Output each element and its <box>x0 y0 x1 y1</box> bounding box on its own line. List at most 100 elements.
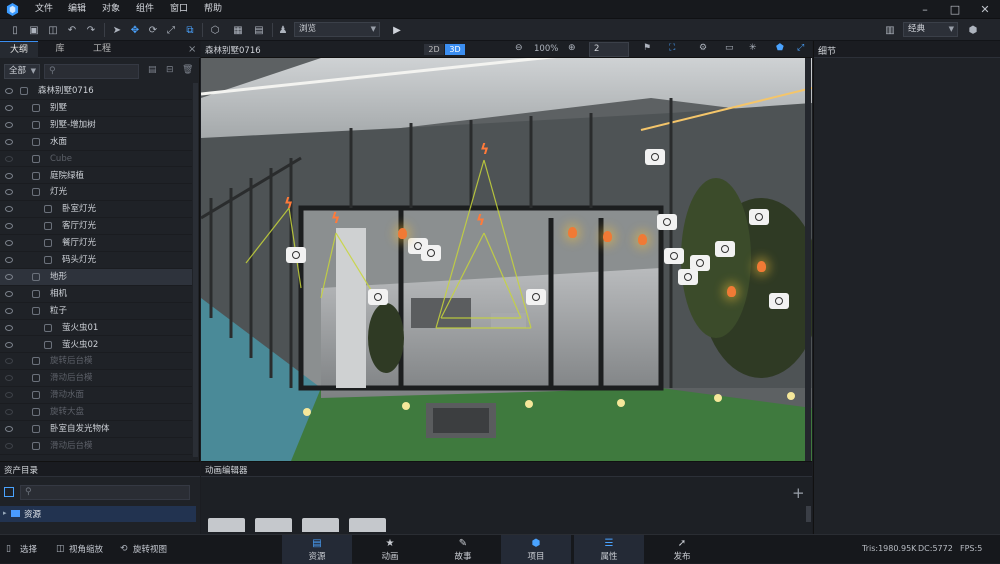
tree-item[interactable]: 旋转后台模 <box>0 353 192 371</box>
camera-gizmo-icon[interactable] <box>715 241 735 257</box>
person-icon[interactable]: ♟ <box>276 23 290 37</box>
menu-help[interactable]: 帮助 <box>204 0 222 19</box>
eye-icon[interactable] <box>5 257 13 263</box>
tree-item[interactable]: 地形 <box>0 268 192 286</box>
save-as-icon[interactable]: ◫ <box>46 23 60 37</box>
tree-item[interactable]: Cube <box>0 151 192 168</box>
tree-item[interactable]: 森林别墅0716 <box>0 83 192 100</box>
tree-item[interactable]: 庭院绿植 <box>0 168 192 185</box>
camera-gizmo-icon[interactable] <box>645 149 665 165</box>
camera-gizmo-icon[interactable] <box>664 248 684 264</box>
light-bolt-icon[interactable]: ϟ <box>284 196 293 212</box>
fullscreen-icon[interactable]: ⤢ <box>797 43 804 53</box>
tree-item[interactable]: 卧室自发光物体 <box>0 421 192 438</box>
view-mode-select[interactable]: 浏览 ▼ <box>294 22 380 37</box>
minimize-icon[interactable]: – <box>910 0 940 19</box>
eye-icon[interactable] <box>5 426 13 432</box>
tab-project[interactable]: 工程 <box>82 41 122 58</box>
eye-icon[interactable] <box>5 206 13 213</box>
tab-animation[interactable]: ★ 动画 <box>355 535 425 564</box>
eye-icon[interactable] <box>5 155 13 162</box>
light-bulb-icon[interactable] <box>727 286 736 297</box>
folder-icon[interactable] <box>349 518 386 532</box>
camera-gizmo-icon[interactable] <box>526 289 546 305</box>
light-bulb-icon[interactable] <box>638 234 647 245</box>
eye-icon[interactable] <box>5 324 13 331</box>
redo-icon[interactable]: ↷ <box>84 23 98 37</box>
camera-gizmo-icon[interactable] <box>749 209 769 225</box>
close-window-icon[interactable]: ✕ <box>970 0 1000 19</box>
viewport-scrollbar[interactable] <box>805 58 811 461</box>
tree-item[interactable]: 灯光 <box>0 184 192 202</box>
settings-icon[interactable]: ⬢ <box>966 23 980 37</box>
eye-icon[interactable] <box>5 88 13 94</box>
tab-outline[interactable]: 大纲 <box>0 41 38 58</box>
camera-gizmo-icon[interactable] <box>421 245 441 261</box>
eye-icon[interactable] <box>5 409 13 416</box>
tree-item[interactable]: 萤火虫02 <box>0 337 192 354</box>
tab-story[interactable]: ✎ 故事 <box>428 535 498 564</box>
eye-icon[interactable] <box>5 121 13 128</box>
tab-library[interactable]: 库 <box>40 41 80 58</box>
tree-item[interactable]: 水面 <box>0 134 192 151</box>
camera-gizmo-icon[interactable] <box>286 247 306 263</box>
menu-window[interactable]: 窗口 <box>170 0 188 19</box>
camera-gizmo-icon[interactable] <box>657 214 677 230</box>
zoom-in-icon[interactable]: ⊕ <box>568 43 576 53</box>
camera-gizmo-icon[interactable] <box>769 293 789 309</box>
rotate-icon[interactable]: ⟳ <box>146 23 160 37</box>
tree-item[interactable]: 滑动后台模 <box>0 438 192 455</box>
light-bulb-icon[interactable] <box>603 231 612 242</box>
move-icon[interactable]: ✥ <box>128 23 142 37</box>
asset-root-row[interactable]: ▸ 资源 <box>0 506 196 522</box>
tab-properties[interactable]: ☰ 属性 <box>574 535 644 564</box>
light-bolt-icon[interactable]: ϟ <box>480 142 489 158</box>
tool-zoom-label[interactable]: 视角缩放 <box>69 543 103 555</box>
tree-item[interactable]: 卧室灯光 <box>0 201 192 219</box>
outline-search-input[interactable]: ⚲ <box>44 64 139 79</box>
eye-icon[interactable] <box>5 189 13 196</box>
tab-publish[interactable]: ➚ 发布 <box>647 535 717 564</box>
folder-icon[interactable] <box>255 518 292 532</box>
folder-icon[interactable] <box>302 518 339 532</box>
light-bulb-icon[interactable] <box>757 261 766 272</box>
tree-item[interactable]: 滑动后台模 <box>0 370 192 388</box>
eye-icon[interactable] <box>5 223 13 230</box>
animation-scrollbar[interactable] <box>806 506 811 522</box>
eye-icon[interactable] <box>5 341 13 348</box>
tree-item[interactable]: 粒子 <box>0 303 192 320</box>
tree-item[interactable]: 萤火虫01 <box>0 320 192 337</box>
zoom-out-icon[interactable]: ⊖ <box>515 43 523 53</box>
tree-item[interactable]: 客厅灯光 <box>0 218 192 236</box>
grid-count-select[interactable]: 2 <box>589 42 629 57</box>
delete-icon[interactable]: 🗑 <box>182 65 193 75</box>
tab-project-bottom[interactable]: ⬢ 项目 <box>501 535 571 564</box>
undo-icon[interactable]: ↶ <box>65 23 79 37</box>
mode-3d-button[interactable]: 3D <box>445 44 465 55</box>
light-bolt-icon[interactable]: ϟ <box>476 213 485 229</box>
filter-icon[interactable]: ▤ <box>148 65 157 75</box>
eye-icon[interactable] <box>5 358 13 365</box>
outline-scrollbar[interactable] <box>193 83 198 457</box>
menu-component[interactable]: 组件 <box>136 0 154 19</box>
menu-object[interactable]: 对象 <box>102 0 120 19</box>
tree-item[interactable]: 旋转大盘 <box>0 404 192 421</box>
eye-icon[interactable] <box>5 138 13 145</box>
asset-search-input[interactable]: ⚲ <box>20 485 190 500</box>
gear-icon[interactable]: ⚙ <box>699 43 707 53</box>
camera-gizmo-icon[interactable] <box>678 269 698 285</box>
scene-viewport[interactable]: 森林别墅0716 2D 3D ⊖ 100% ⊕ 2 ⚑ ⛶ ⚙ ▭ ✳ ⬟ ⤢ <box>201 41 812 461</box>
new-file-icon[interactable]: ▯ <box>8 23 22 37</box>
menu-file[interactable]: 文件 <box>35 0 53 19</box>
layout-select[interactable]: 经典 ▼ <box>903 22 958 37</box>
eye-icon[interactable] <box>5 240 13 247</box>
light-bolt-icon[interactable]: ϟ <box>331 211 340 227</box>
panel-toggle-icon[interactable] <box>4 487 14 497</box>
camera-gizmo-icon[interactable] <box>368 289 388 305</box>
eye-icon[interactable] <box>5 290 13 297</box>
tool-select-label[interactable]: 选择 <box>20 543 37 555</box>
grid-icon[interactable]: ▦ <box>231 23 245 37</box>
tab-resources[interactable]: ▤ 资源 <box>282 535 352 564</box>
eye-icon[interactable] <box>5 104 13 111</box>
collapse-icon[interactable]: ⊟ <box>166 65 174 75</box>
